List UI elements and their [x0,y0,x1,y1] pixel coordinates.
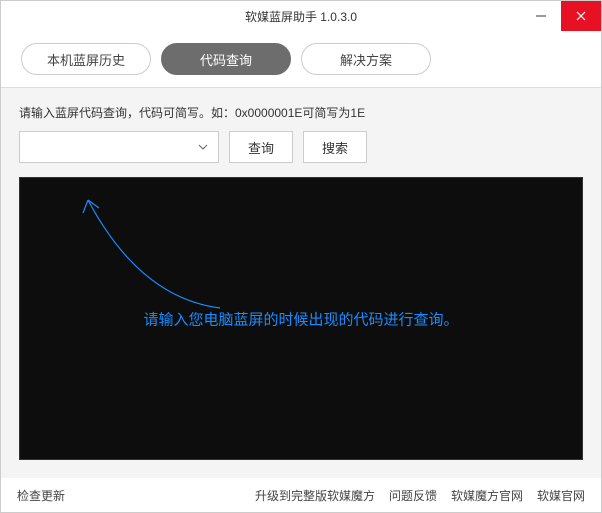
result-display: 请输入您电脑蓝屏的时候出现的代码进行查询。 [19,177,583,460]
content-area: 请输入蓝屏代码查询，代码可简写。如：0x0000001E可简写为1E 查询 搜索… [1,87,601,478]
minimize-button[interactable] [521,1,561,31]
close-button[interactable] [561,1,601,31]
close-icon [575,10,587,22]
controls-row: 查询 搜索 [19,131,583,163]
tab-solution[interactable]: 解决方案 [301,43,431,75]
tab-history[interactable]: 本机蓝屏历史 [21,43,151,75]
mofang-site-link[interactable]: 软媒魔方官网 [451,487,523,504]
search-button[interactable]: 搜索 [303,131,367,163]
display-prompt: 请输入您电脑蓝屏的时候出现的代码进行查询。 [143,308,458,329]
minimize-icon [535,10,547,22]
code-combobox[interactable] [19,131,219,163]
input-hint: 请输入蓝屏代码查询，代码可简写。如：0x0000001E可简写为1E [19,104,583,121]
feedback-link[interactable]: 问题反馈 [389,487,437,504]
upgrade-link[interactable]: 升级到完整版软媒魔方 [255,487,375,504]
footer: 检查更新 升级到完整版软媒魔方 问题反馈 软媒魔方官网 软媒官网 [1,478,601,512]
footer-links: 升级到完整版软媒魔方 问题反馈 软媒魔方官网 软媒官网 [255,487,585,504]
ruanmei-site-link[interactable]: 软媒官网 [537,487,585,504]
tab-code-query[interactable]: 代码查询 [161,43,291,75]
tab-bar: 本机蓝屏历史 代码查询 解决方案 [1,31,601,87]
chevron-down-icon [198,144,208,150]
titlebar: 软媒蓝屏助手 1.0.3.0 [1,1,601,31]
window-title: 软媒蓝屏助手 1.0.3.0 [245,8,357,25]
query-button[interactable]: 查询 [229,131,293,163]
check-update-link[interactable]: 检查更新 [17,487,65,504]
app-window: 软媒蓝屏助手 1.0.3.0 本机蓝屏历史 代码查询 解决方案 请输入蓝屏代码查… [0,0,602,513]
window-controls [521,1,601,31]
pointer-arrow-icon [20,178,240,328]
